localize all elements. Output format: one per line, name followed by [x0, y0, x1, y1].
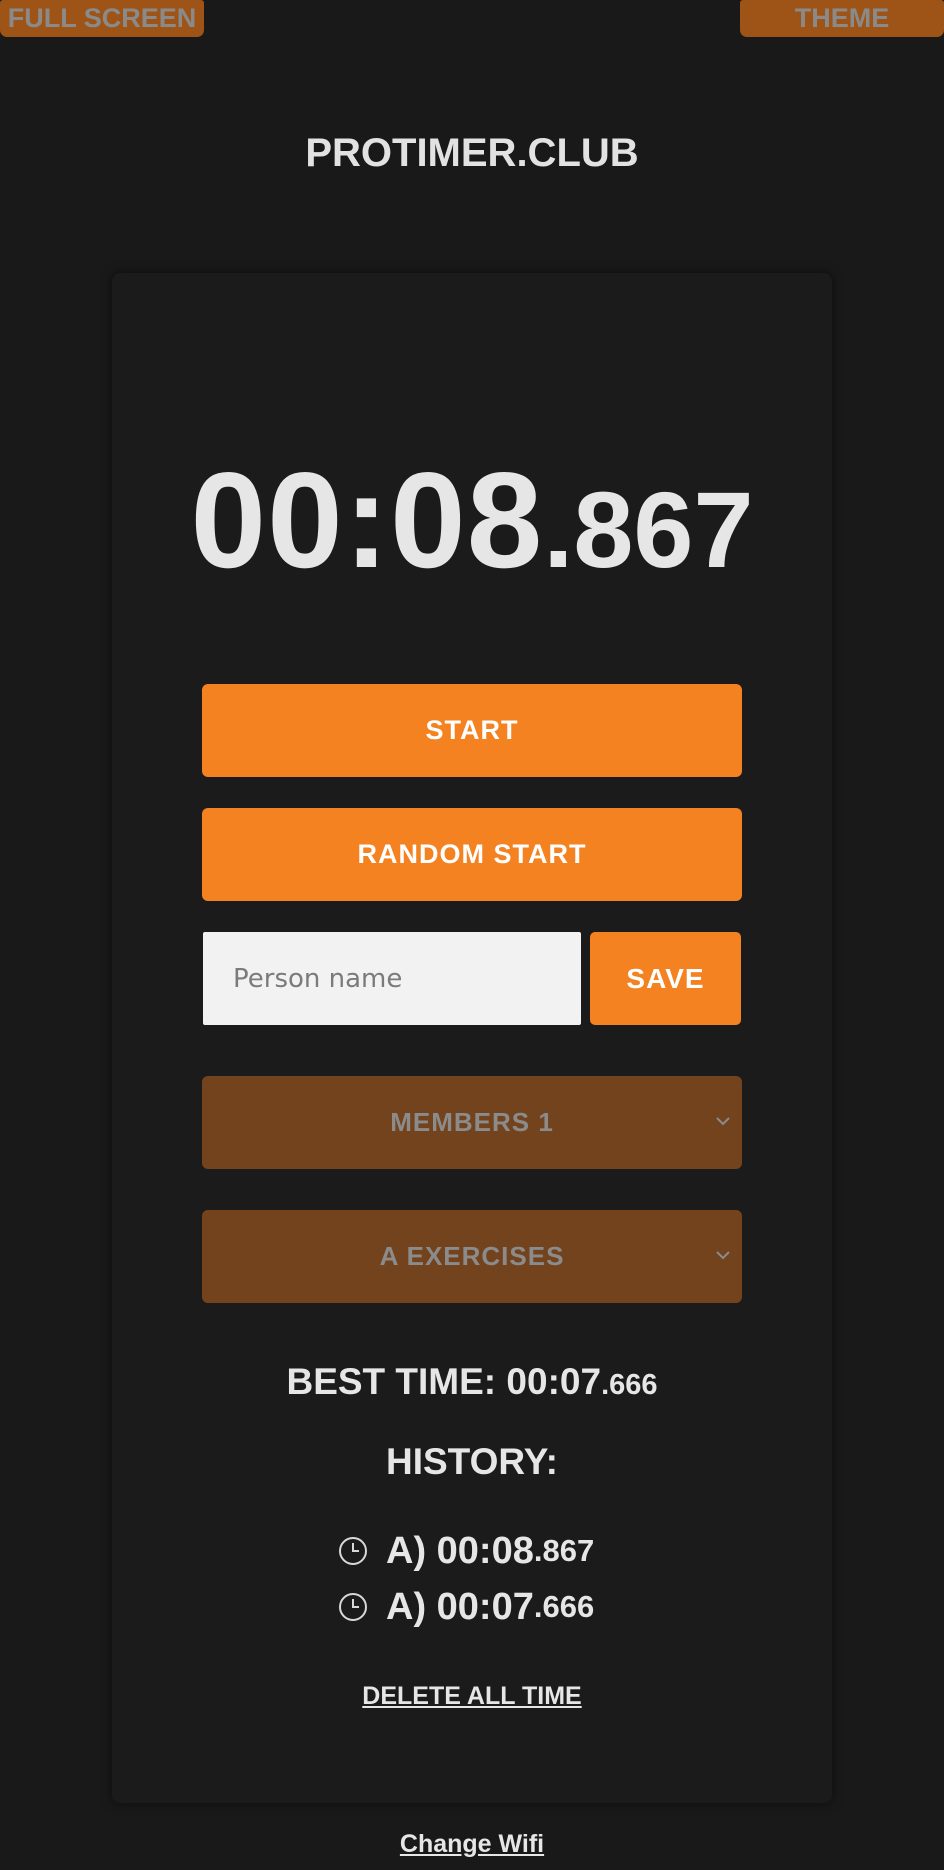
history-item-milliseconds: .867 [533, 1533, 595, 1568]
best-time: BEST TIME: 00:07.666 [0, 1357, 944, 1410]
timer-main: 00:08 [190, 444, 544, 596]
site-title: PROTIMER.CLUB [305, 131, 639, 175]
history-item-milliseconds: .666 [533, 1589, 595, 1624]
save-button[interactable]: SAVE [590, 932, 741, 1025]
members-select[interactable]: MEMBERS 1 [202, 1076, 742, 1169]
clock-icon [339, 1537, 367, 1565]
best-time-main: 00:07 [506, 1361, 602, 1402]
theme-button[interactable]: THEME [740, 0, 944, 37]
best-time-label: BEST TIME: [286, 1361, 507, 1402]
timer-milliseconds: .867 [543, 469, 754, 590]
delete-all-time-link[interactable]: DELETE ALL TIME [0, 1678, 944, 1714]
change-wifi-link[interactable]: Change Wifi [0, 1826, 944, 1862]
history-item: A) 00:07.666 [338, 1579, 738, 1635]
best-time-milliseconds: .666 [601, 1369, 658, 1401]
exercises-select-value: A EXERCISES [379, 1241, 565, 1271]
members-select-value: MEMBERS 1 [390, 1107, 554, 1137]
history-item: A) 00:08.867 [338, 1523, 738, 1579]
person-name-input[interactable] [203, 932, 581, 1025]
random-start-button[interactable]: RANDOM START [202, 808, 742, 901]
history-title: HISTORY: [386, 1441, 558, 1482]
timer-display: 00:08.867 [0, 450, 944, 633]
chevron-down-icon [716, 1251, 730, 1260]
clock-icon [339, 1593, 367, 1621]
full-screen-button[interactable]: FULL SCREEN [0, 0, 204, 37]
start-button[interactable]: START [202, 684, 742, 777]
history-list: A) 00:08.867 A) 00:07.666 [338, 1523, 738, 1635]
exercises-select[interactable]: A EXERCISES [202, 1210, 742, 1303]
history-item-time: A) 00:07 [386, 1585, 534, 1628]
chevron-down-icon [716, 1117, 730, 1126]
history-item-time: A) 00:08 [386, 1529, 534, 1572]
